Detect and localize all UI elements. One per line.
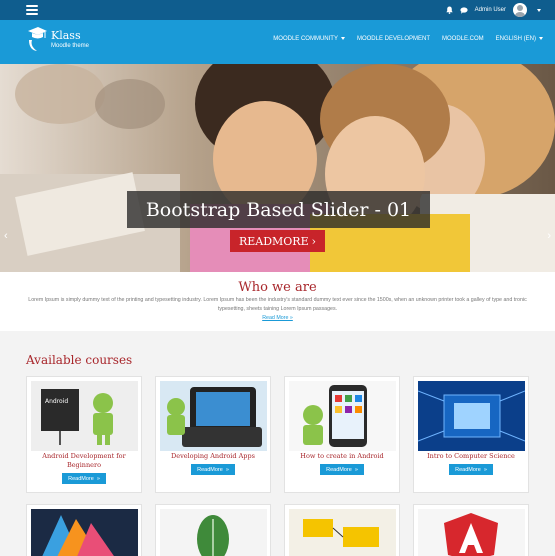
available-courses-section: Available courses Android Android Develo… [0, 331, 555, 556]
chevron-right-icon: » [354, 466, 358, 473]
course-image [418, 381, 525, 451]
course-image [418, 509, 525, 556]
course-readmore-button[interactable]: ReadMore» [320, 464, 364, 475]
top-bar: Admin User [0, 0, 555, 20]
nav-language[interactable]: ENGLISH (EN) [496, 36, 543, 42]
section-text: Lorem Ipsum is simply dummy text of the … [28, 297, 527, 312]
chat-icon[interactable] [460, 6, 468, 14]
chevron-right-icon: » [225, 466, 229, 473]
course-title[interactable]: Android Development for Beginnero [29, 452, 139, 470]
bell-icon[interactable] [445, 6, 453, 14]
svg-text:Android: Android [45, 398, 68, 405]
course-card[interactable] [155, 504, 271, 556]
avatar[interactable] [513, 3, 527, 17]
course-card[interactable]: How to create in Android ReadMore» [284, 376, 400, 493]
nav-moodle-development[interactable]: MOODLE DEVELOPMENT [357, 36, 430, 42]
course-image [289, 381, 396, 451]
course-image: Android [31, 381, 138, 451]
course-image [160, 381, 267, 451]
course-card[interactable] [413, 504, 529, 556]
course-readmore-button[interactable]: ReadMore» [191, 464, 235, 475]
chevron-down-icon[interactable] [537, 8, 541, 12]
logo-subtitle: Moodle theme [51, 43, 90, 49]
section-title: Available courses [26, 353, 133, 367]
course-readmore-button[interactable]: ReadMore» [62, 473, 106, 484]
course-title[interactable]: Intro to Computer Science [416, 452, 526, 461]
course-image [160, 509, 267, 556]
course-card[interactable] [26, 504, 142, 556]
course-card[interactable]: Developing Android Apps ReadMore» [155, 376, 271, 493]
slide-caption: Bootstrap Based Slider - 01 [127, 191, 430, 228]
course-card[interactable] [284, 504, 400, 556]
read-more-link[interactable]: Read More » [0, 315, 555, 321]
logo-name[interactable]: Klass [51, 29, 81, 42]
graduation-cap-icon[interactable] [26, 26, 48, 52]
course-title[interactable]: How to create in Android [287, 452, 397, 461]
course-image [31, 509, 138, 556]
course-image [289, 509, 396, 556]
chevron-down-icon [340, 36, 345, 40]
slider-prev-arrow[interactable]: ‹ [4, 230, 8, 242]
nav-moodle-community[interactable]: MOODLE COMMUNITY [273, 36, 345, 42]
course-title[interactable]: Developing Android Apps [158, 452, 268, 461]
main-nav: MOODLE COMMUNITY MOODLE DEVELOPMENT MOOD… [273, 36, 543, 42]
readmore-button[interactable]: READMORE › [230, 230, 325, 252]
chevron-down-icon [539, 36, 543, 40]
course-card[interactable]: Android Android Development for Beginner… [26, 376, 142, 493]
slider-next-arrow[interactable]: › [547, 230, 551, 242]
course-card[interactable]: Intro to Computer Science ReadMore» [413, 376, 529, 493]
site-header: Klass Moodle theme MOODLE COMMUNITY MOOD… [0, 20, 555, 64]
menu-icon[interactable] [26, 5, 38, 15]
chevron-right-icon: » [483, 466, 487, 473]
user-name[interactable]: Admin User [475, 7, 506, 13]
who-we-are-section: Who we are Lorem Ipsum is simply dummy t… [0, 272, 555, 331]
nav-moodle-com[interactable]: MOODLE.COM [442, 36, 484, 42]
section-title: Who we are [238, 280, 317, 295]
chevron-right-icon: › [311, 234, 317, 248]
user-menu-area: Admin User [445, 2, 541, 18]
chevron-right-icon: » [96, 475, 100, 482]
course-readmore-button[interactable]: ReadMore» [449, 464, 493, 475]
